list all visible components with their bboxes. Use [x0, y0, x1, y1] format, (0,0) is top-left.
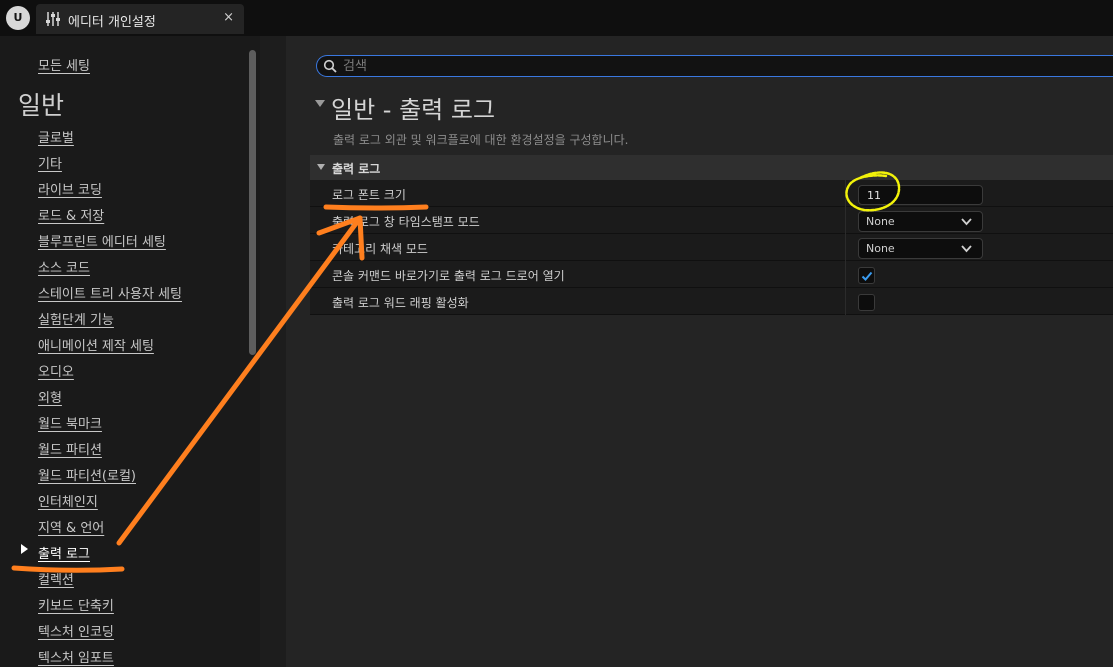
console-shortcut-checkbox[interactable] — [858, 267, 875, 284]
close-icon[interactable]: × — [223, 10, 234, 25]
sidebar-item[interactable]: 오디오 — [38, 361, 74, 380]
sidebar-item[interactable]: 실험단계 기능 — [38, 309, 114, 328]
sidebar-item[interactable]: 인터체인지 — [38, 491, 98, 510]
dropdown-value: None — [866, 242, 895, 255]
sidebar-splitter[interactable] — [260, 36, 286, 667]
sidebar-item[interactable]: 월드 파티션(로컬) — [38, 465, 136, 484]
column-divider[interactable] — [845, 180, 846, 207]
column-divider[interactable] — [845, 288, 846, 315]
sidebar-item[interactable]: 지역 & 언어 — [38, 517, 104, 536]
column-divider[interactable] — [845, 234, 846, 261]
search-bar[interactable] — [316, 55, 1113, 77]
category-header-output-log[interactable]: 출력 로그 — [310, 155, 1113, 180]
all-settings-link[interactable]: 모든 세팅 — [38, 55, 90, 74]
log-font-size-input[interactable]: 11 — [858, 185, 983, 205]
sidebar-item[interactable]: 컬렉션 — [38, 569, 74, 588]
property-row-word-wrap: 출력 로그 워드 래핑 활성화 — [310, 288, 1113, 315]
search-icon — [323, 59, 337, 73]
property-label: 로그 폰트 크기 — [332, 188, 406, 202]
category-title: 출력 로그 — [332, 162, 381, 176]
sidebar-item[interactable]: 소스 코드 — [38, 257, 90, 276]
sliders-icon — [46, 12, 60, 26]
page-description: 출력 로그 외관 및 워크플로에 대한 환경설정을 구성합니다. — [333, 133, 629, 147]
timestamp-mode-dropdown[interactable]: None — [858, 211, 983, 232]
sidebar-item[interactable]: 블루프린트 에디터 세팅 — [38, 231, 166, 250]
sidebar-scrollbar[interactable] — [249, 50, 256, 355]
sidebar-item[interactable]: 스테이트 트리 사용자 세팅 — [38, 283, 182, 302]
section-title-general: 일반 — [18, 91, 65, 120]
dropdown-value: None — [866, 215, 895, 228]
property-label: 출력 로그 창 타임스탬프 모드 — [332, 215, 480, 229]
tab-title: 에디터 개인설정 — [68, 15, 156, 30]
search-input[interactable] — [343, 58, 1103, 75]
sidebar-item[interactable]: 텍스처 인코딩 — [38, 621, 114, 640]
tab-editor-preferences[interactable]: 에디터 개인설정 × — [36, 4, 244, 34]
property-label: 콘솔 커맨드 바로가기로 출력 로그 드로어 열기 — [332, 269, 565, 283]
sidebar-item[interactable]: 라이브 코딩 — [38, 179, 102, 198]
active-item-arrow-icon — [21, 544, 28, 554]
sidebar-item[interactable]: 키보드 단축키 — [38, 595, 114, 614]
chevron-down-icon — [317, 164, 325, 170]
sidebar-item[interactable]: 글로벌 — [38, 127, 74, 146]
column-divider[interactable] — [845, 261, 846, 288]
property-row-timestamp-mode: 출력 로그 창 타임스탬프 모드 — [310, 207, 1113, 234]
property-row-category-color-mode: 카테고리 채색 모드 — [310, 234, 1113, 261]
property-row-console-shortcut: 콘솔 커맨드 바로가기로 출력 로그 드로어 열기 — [310, 261, 1113, 288]
checkmark-icon — [861, 271, 873, 281]
sidebar-item-output-log[interactable]: 출력 로그 — [38, 543, 90, 562]
word-wrap-checkbox[interactable] — [858, 294, 875, 311]
sidebar-item[interactable]: 월드 파티션 — [38, 439, 102, 458]
property-label: 출력 로그 워드 래핑 활성화 — [332, 296, 469, 310]
sidebar-item[interactable]: 애니메이션 제작 세팅 — [38, 335, 154, 354]
sidebar-item[interactable]: 로드 & 저장 — [38, 205, 104, 224]
title-bar: U 에디터 개인설정 × — [0, 0, 1113, 36]
property-label: 카테고리 채색 모드 — [332, 242, 428, 256]
sidebar-item[interactable]: 외형 — [38, 387, 62, 406]
property-row-log-font-size: 로그 폰트 크기 — [310, 180, 1113, 207]
collapse-arrow-icon[interactable] — [315, 100, 325, 107]
page-title: 일반 - 출력 로그 — [331, 96, 496, 124]
unreal-logo-icon: U — [6, 6, 30, 30]
sidebar-item[interactable]: 텍스처 임포트 — [38, 647, 114, 666]
chevron-down-icon — [961, 245, 972, 253]
category-color-mode-dropdown[interactable]: None — [858, 238, 983, 259]
sidebar-item[interactable]: 월드 북마크 — [38, 413, 102, 432]
chevron-down-icon — [961, 218, 972, 226]
sidebar-item[interactable]: 기타 — [38, 153, 62, 172]
column-divider[interactable] — [845, 207, 846, 234]
